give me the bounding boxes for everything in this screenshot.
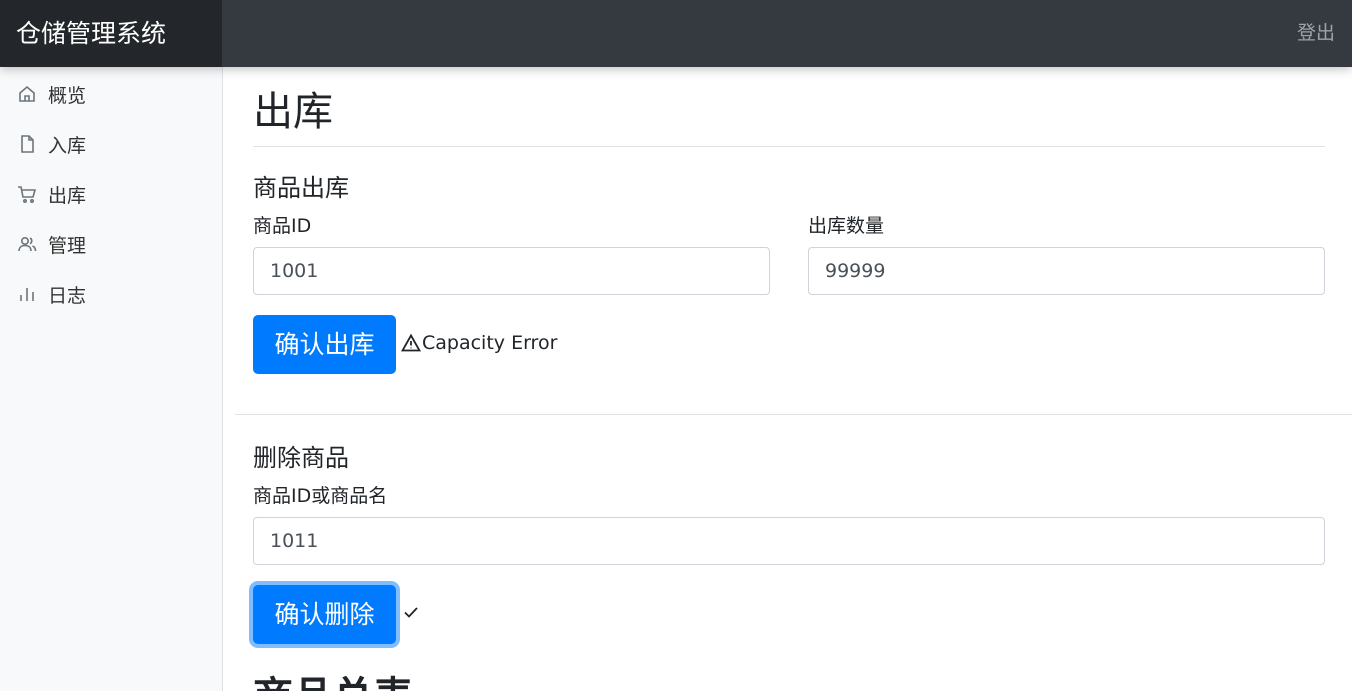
sidebar-item-label: 管理 bbox=[48, 234, 87, 257]
page-title: 出库 bbox=[253, 89, 333, 135]
users-icon bbox=[18, 236, 37, 252]
warning-icon bbox=[401, 333, 421, 352]
bar-chart-icon bbox=[20, 288, 34, 301]
section-divider bbox=[235, 414, 1352, 415]
outbound-status-text: Capacity Error bbox=[422, 332, 558, 354]
quantity-input[interactable]: 99999 bbox=[808, 247, 1325, 295]
delete-status bbox=[401, 602, 422, 622]
sidebar-item-logs[interactable]: 日志 bbox=[0, 269, 222, 319]
top-navbar: 仓储管理系统 登出 bbox=[0, 0, 1352, 67]
delete-field-label: 商品ID或商品名 bbox=[253, 485, 388, 507]
sidebar-item-manage[interactable]: 管理 bbox=[0, 219, 222, 269]
sidebar: 概览 入库 出库 管理 日志 bbox=[0, 67, 223, 691]
sidebar-item-outbound[interactable]: 出库 bbox=[0, 169, 222, 219]
file-icon bbox=[21, 135, 34, 153]
logout-link[interactable]: 登出 bbox=[1297, 0, 1335, 67]
product-summary-title: 商品总表 bbox=[253, 664, 413, 691]
sidebar-item-overview[interactable]: 概览 bbox=[0, 69, 222, 119]
app-brand[interactable]: 仓储管理系统 bbox=[0, 0, 222, 67]
outbound-status: Capacity Error bbox=[401, 332, 557, 354]
delete-id-input[interactable]: 1011 bbox=[253, 517, 1325, 565]
sidebar-item-inbound[interactable]: 入库 bbox=[0, 119, 222, 169]
cart-icon bbox=[18, 186, 37, 204]
sidebar-item-label: 日志 bbox=[48, 284, 87, 307]
confirm-outbound-button[interactable]: 确认出库 bbox=[253, 315, 396, 374]
product-id-input[interactable]: 1001 bbox=[253, 247, 770, 295]
title-divider bbox=[253, 146, 1325, 147]
product-id-label: 商品ID bbox=[253, 215, 312, 237]
home-icon bbox=[19, 85, 35, 102]
confirm-delete-button[interactable]: 确认删除 bbox=[253, 585, 396, 644]
quantity-label: 出库数量 bbox=[808, 215, 885, 237]
delete-section-title: 删除商品 bbox=[253, 444, 349, 472]
outbound-section-title: 商品出库 bbox=[253, 174, 349, 202]
main-content: 出库 商品出库 商品ID 出库数量 1001 99999 确认出库 Capaci… bbox=[223, 67, 1352, 691]
check-icon bbox=[404, 607, 418, 618]
sidebar-item-label: 入库 bbox=[48, 134, 87, 157]
sidebar-item-label: 概览 bbox=[48, 84, 87, 107]
sidebar-item-label: 出库 bbox=[48, 184, 87, 207]
